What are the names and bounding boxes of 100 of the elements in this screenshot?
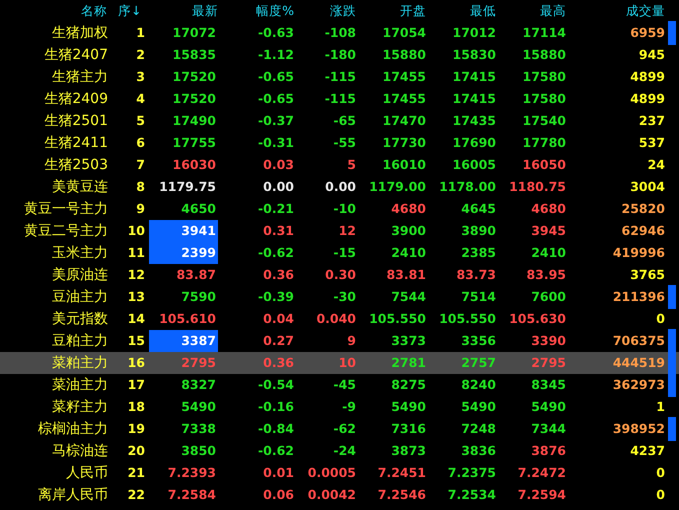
table-cell: 1179.75	[159, 180, 216, 194]
table-cell-text: 19	[126, 420, 146, 438]
table-cell: 0.36	[263, 268, 294, 282]
table-cell: 16030	[172, 158, 216, 172]
table-cell-text: 生猪主力	[51, 68, 108, 87]
column-header[interactable]: 序↓	[108, 0, 147, 22]
table-cell: 17054	[382, 26, 426, 40]
table-cell: 7.2472	[518, 466, 566, 480]
table-row[interactable]: 棕榈油主力 19 7338 -0.84 -62 7316 7248 7344 398952	[0, 418, 679, 440]
table-row[interactable]: 离岸人民币 22 7.2584 0.06 0.0042 7.2546 7.2534 7.2594 0	[0, 484, 679, 506]
table-cell-text: 生猪2501	[43, 112, 108, 131]
table-cell: 2399	[149, 242, 218, 264]
table-cell: 211396	[612, 290, 665, 304]
table-cell: 4899	[630, 70, 665, 84]
table-cell: 0.36	[263, 356, 294, 370]
table-row[interactable]: 美黄豆连 8 1179.75 0.00 0.00 1179.00 1178.00 1180.75 3004	[0, 176, 679, 198]
table-cell-text: 14	[126, 310, 146, 328]
table-cell: 6959	[630, 26, 665, 40]
table-row[interactable]: 生猪主力 3 17520 -0.65 -115 17455 17415 17580 4899	[0, 66, 679, 88]
table-cell: 8327	[181, 378, 216, 392]
table-cell: 17435	[452, 114, 496, 128]
table-cell: 4680	[391, 202, 426, 216]
table-cell: 17520	[172, 92, 216, 106]
table-row[interactable]: 黄豆一号主力 9 4650 -0.21 -10 4680 4645 4680 25820	[0, 198, 679, 220]
table-cell: 5490	[531, 400, 566, 414]
table-row[interactable]: 美原油连 12 83.87 0.36 0.30 83.81 83.73 83.95 3765	[0, 264, 679, 286]
table-cell-text: 1	[135, 24, 146, 42]
table-cell-text: 生猪2409	[43, 90, 108, 109]
table-cell: 5490	[391, 400, 426, 414]
table-cell: 9	[347, 334, 356, 348]
table-row[interactable]: 生猪2501 5 17490 -0.37 -65 17470 17435 17540 237	[0, 110, 679, 132]
table-cell: 12	[338, 224, 356, 238]
table-cell: 0	[656, 488, 665, 502]
table-cell: 4645	[461, 202, 496, 216]
table-row[interactable]: 生猪2407 2 15835 -1.12 -180 15880 15830 15880 945	[0, 44, 679, 66]
table-row[interactable]: 菜油主力 17 8327 -0.54 -45 8275 8240 8345 362973	[0, 374, 679, 396]
column-header[interactable]: 幅度%	[218, 0, 294, 22]
table-cell: 2757	[461, 356, 496, 370]
table-cell: 5490	[181, 400, 216, 414]
table-row[interactable]: 生猪2503 7 16030 0.03 5 16010 16005 16050 24	[0, 154, 679, 176]
table-cell: -0.62	[258, 246, 294, 260]
table-row[interactable]: 黄豆二号主力 10 3941 0.31 12 3900 3890 3945 62946	[0, 220, 679, 242]
table-cell-text: 美原油连	[51, 266, 108, 285]
column-header[interactable]: 最低	[426, 0, 496, 22]
table-cell-text: 3	[135, 68, 146, 86]
table-cell: 17730	[382, 136, 426, 150]
table-cell: 237	[638, 114, 665, 128]
table-row[interactable]: 人民币 21 7.2393 0.01 0.0005 7.2451 7.2375 7.2472 0	[0, 462, 679, 484]
table-row[interactable]: 玉米主力 11 2399 -0.62 -15 2410 2385 2410 419996	[0, 242, 679, 264]
table-cell: 7316	[391, 422, 426, 436]
table-cell: -0.16	[258, 400, 294, 414]
table-cell: 2781	[391, 356, 426, 370]
column-header[interactable]: 开盘	[356, 0, 426, 22]
table-cell-text: 生猪2503	[43, 156, 108, 175]
table-cell: 17470	[382, 114, 426, 128]
column-header[interactable]: 最高	[496, 0, 566, 22]
table-row[interactable]: 菜籽主力 18 5490 -0.16 -9 5490 5490 5490 1	[0, 396, 679, 418]
column-header[interactable]: 最新	[147, 0, 218, 22]
table-cell: 105.550	[369, 312, 426, 326]
table-cell-text: 2	[135, 46, 146, 64]
column-header[interactable]: 成交量	[566, 0, 665, 22]
table-row[interactable]: 豆油主力 13 7590 -0.39 -30 7544 7514 7600 211396	[0, 286, 679, 308]
table-cell: 0.06	[263, 488, 294, 502]
table-cell-text: 离岸人民币	[37, 486, 108, 505]
table-cell-text: 18	[126, 398, 146, 416]
table-cell: 17455	[382, 92, 426, 106]
table-row[interactable]: 生猪2409 4 17520 -0.65 -115 17455 17415 17580 4899	[0, 88, 679, 110]
table-cell: -65	[333, 114, 356, 128]
table-cell: 362973	[612, 378, 665, 392]
table-cell: 0.03	[263, 158, 294, 172]
table-cell-text: 20	[126, 442, 146, 460]
table-cell: 1179.00	[369, 180, 426, 194]
table-cell-text: 美黄豆连	[51, 178, 108, 197]
table-cell-text: 10	[126, 222, 146, 240]
table-cell: 17520	[172, 70, 216, 84]
table-cell: 15880	[382, 48, 426, 62]
table-row[interactable]: 马棕油连 20 3850 -0.62 -24 3873 3836 3876 4237	[0, 440, 679, 462]
table-row[interactable]: 生猪加权 1 17072 -0.63 -108 17054 17012 17114 6959	[0, 22, 679, 44]
table-cell: 3945	[531, 224, 566, 238]
table-row[interactable]: 菜粕主力 16 2795 0.36 10 2781 2757 2795 444519	[0, 352, 679, 374]
table-cell: -0.65	[258, 92, 294, 106]
table-cell: 0.04	[263, 312, 294, 326]
column-header[interactable]: 名称	[0, 0, 108, 22]
table-cell: 3004	[630, 180, 665, 194]
table-cell: 105.630	[509, 312, 566, 326]
table-cell: -1.12	[258, 48, 294, 62]
table-cell: 17780	[522, 136, 566, 150]
table-row[interactable]: 生猪2411 6 17755 -0.31 -55 17730 17690 17780 537	[0, 132, 679, 154]
table-cell: -30	[333, 290, 356, 304]
table-row[interactable]: 美元指数 14 105.610 0.04 0.040 105.550 105.550 105.630 0	[0, 308, 679, 330]
table-cell: 2385	[461, 246, 496, 260]
table-cell: 0	[656, 312, 665, 326]
column-header[interactable]: 涨跌	[294, 0, 356, 22]
table-cell: 17580	[522, 70, 566, 84]
table-cell: 17490	[172, 114, 216, 128]
table-cell: 706375	[612, 334, 665, 348]
table-cell-text: 9	[135, 200, 146, 218]
table-cell: 17455	[382, 70, 426, 84]
table-cell: 3356	[461, 334, 496, 348]
table-cell: -0.62	[258, 444, 294, 458]
